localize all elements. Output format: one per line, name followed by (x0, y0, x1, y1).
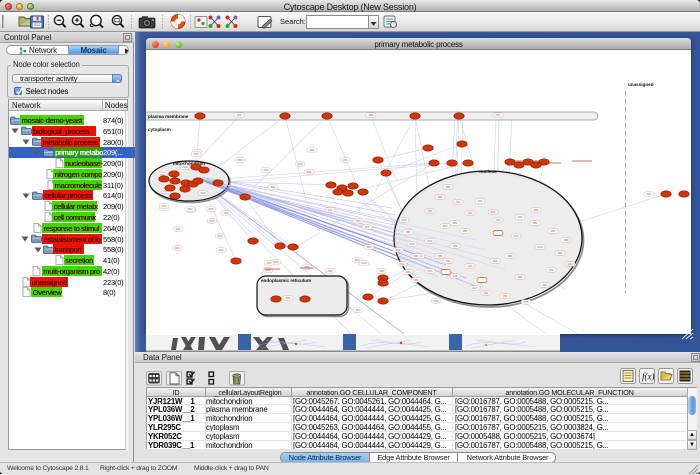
svg-text:unassigned: unassigned (628, 82, 654, 87)
svg-text:nucleus: nucleus (479, 169, 497, 174)
svg-text:plasma membrane: plasma membrane (148, 114, 189, 119)
svg-text:cytoplasm: cytoplasm (148, 127, 171, 132)
svg-text:f(x): f(x) (642, 372, 655, 382)
svg-text:endoplasmic reticulum: endoplasmic reticulum (261, 278, 311, 283)
